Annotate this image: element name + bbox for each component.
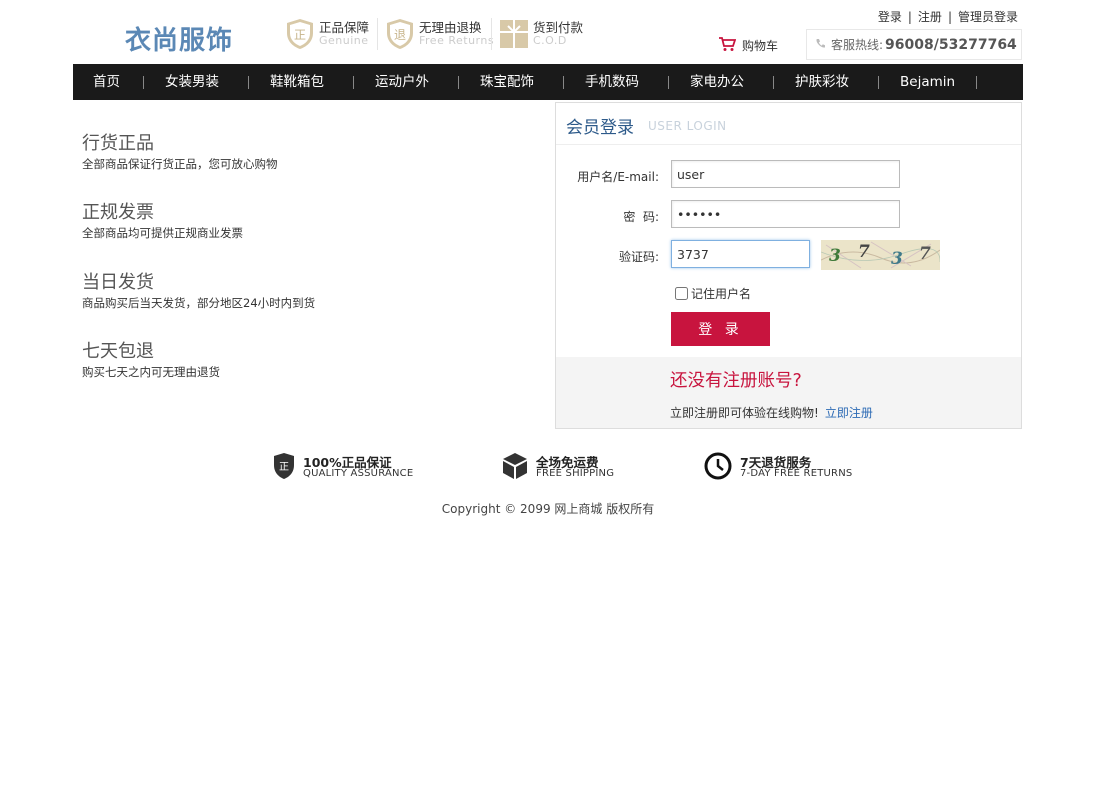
service-returns: 7天退货服务 7-DAY FREE RETURNS — [704, 452, 852, 484]
feature-title: 行货正品 — [82, 133, 154, 154]
service-shipping: 全场免运费 FREE SHIPPING — [502, 452, 614, 484]
promo-title: 无理由退换 — [419, 20, 482, 36]
cart-label: 购物车 — [742, 39, 779, 53]
nav-item-beauty[interactable]: 护肤彩妆 — [795, 64, 849, 100]
feature-same-day: 当日发货 商品购买后当天发货，部分地区24小时内到货 — [82, 268, 315, 311]
feature-invoice: 正规发票 全部商品均可提供正规商业发票 — [82, 198, 243, 241]
register-hint: 立即注册即可体验在线购物! — [670, 406, 819, 420]
hotline-box: 客服热线: 96008/53277764 — [806, 29, 1022, 60]
nav-divider — [668, 76, 669, 89]
login-divider — [556, 144, 1021, 145]
main-nav: 首页 女装男装 鞋靴箱包 运动户外 珠宝配饰 手机数码 家电办公 护肤彩妆 Be… — [73, 64, 1023, 100]
register-now-link[interactable]: 立即注册 — [825, 406, 873, 420]
promo-divider — [491, 18, 492, 50]
link-separator: | — [947, 10, 952, 24]
nav-item-user[interactable]: Bejamin — [900, 64, 955, 100]
nav-divider — [248, 76, 249, 89]
top-links: 登录 | 注册 | 管理员登录 — [878, 8, 1018, 25]
feature-desc: 商品购买后当天发货，部分地区24小时内到货 — [82, 296, 316, 310]
promo-title: 货到付款 — [533, 20, 584, 36]
promo-divider — [377, 18, 378, 50]
login-link[interactable]: 登录 — [878, 10, 902, 24]
feature-returns: 七天包退 购买七天之内可无理由退货 — [82, 337, 220, 380]
quality-shield-icon: 正 — [273, 452, 295, 484]
feature-title: 七天包退 — [82, 341, 154, 362]
svg-text:退: 退 — [394, 28, 406, 42]
site-logo[interactable]: 衣尚服饰 — [125, 20, 233, 57]
box-icon — [502, 452, 528, 484]
remember-checkbox[interactable] — [675, 287, 688, 300]
clock-icon — [704, 452, 732, 484]
hotline-number: 96008/53277764 — [885, 36, 1017, 53]
cart-icon — [718, 36, 742, 55]
nav-item-appliances[interactable]: 家电办公 — [690, 64, 744, 100]
login-title: 会员登录 — [566, 118, 634, 138]
svg-text:7: 7 — [858, 242, 870, 262]
nav-item-home[interactable]: 首页 — [93, 64, 120, 100]
hotline-label: 客服热线: — [831, 38, 884, 52]
register-hint-row: 立即注册即可体验在线购物! 立即注册 — [670, 404, 873, 421]
service-quality: 正 100%正品保证 QUALITY ASSURANCE — [273, 452, 413, 484]
service-subtitle: QUALITY ASSURANCE — [303, 468, 414, 480]
feature-desc: 购买七天之内可无理由退货 — [82, 365, 220, 379]
username-input[interactable] — [671, 160, 900, 188]
nav-divider — [878, 76, 879, 89]
login-panel: 会员登录 USER LOGIN 用户名/E-mail: 密 码: 验证码: 3 … — [555, 102, 1022, 429]
promo-title: 正品保障 — [319, 20, 370, 36]
remember-username[interactable]: 记住用户名 — [675, 285, 751, 302]
nav-divider — [143, 76, 144, 89]
link-separator: | — [907, 10, 912, 24]
copyright: Copyright © 2099 网上商城 版权所有 — [441, 502, 655, 516]
genuine-shield-icon: 正 — [285, 18, 315, 50]
svg-text:正: 正 — [294, 28, 306, 42]
svg-text:正: 正 — [279, 462, 289, 473]
nav-item-shoes-bags[interactable]: 鞋靴箱包 — [270, 64, 324, 100]
no-account-title: 还没有注册账号? — [670, 371, 802, 391]
feature-genuine: 行货正品 全部商品保证行货正品，您可放心购物 — [82, 129, 278, 172]
svg-text:3: 3 — [891, 249, 903, 269]
login-button[interactable]: 登 录 — [671, 312, 770, 346]
return-shield-icon: 退 — [385, 18, 415, 50]
password-input[interactable] — [671, 200, 900, 228]
promo-cod: 货到付款 C.O.D — [499, 16, 583, 52]
nav-item-apparel[interactable]: 女装男装 — [165, 64, 219, 100]
nav-divider — [458, 76, 459, 89]
svg-text:3: 3 — [829, 246, 841, 266]
nav-divider — [563, 76, 564, 89]
gift-box-icon — [499, 18, 529, 50]
login-title-en: USER LOGIN — [648, 119, 727, 133]
nav-item-jewelry[interactable]: 珠宝配饰 — [480, 64, 534, 100]
service-subtitle: 7-DAY FREE RETURNS — [740, 468, 853, 480]
register-link[interactable]: 注册 — [918, 10, 942, 24]
nav-item-sports[interactable]: 运动户外 — [375, 64, 429, 100]
promo-subtitle: Free Returns — [419, 33, 495, 47]
feature-title: 正规发票 — [82, 202, 154, 223]
nav-divider — [353, 76, 354, 89]
feature-desc: 全部商品均可提供正规商业发票 — [82, 226, 243, 240]
promo-genuine: 正 正品保障 Genuine — [285, 16, 369, 52]
promo-returns: 退 无理由退换 Free Returns — [385, 16, 494, 52]
nav-divider — [773, 76, 774, 89]
cart-link[interactable]: 购物车 — [718, 36, 778, 55]
remember-label: 记住用户名 — [691, 287, 752, 301]
captcha-label: 验证码: — [618, 250, 659, 264]
service-subtitle: FREE SHIPPING — [536, 468, 615, 480]
password-label: 密 码: — [623, 210, 659, 224]
nav-divider — [976, 76, 977, 89]
promo-subtitle: Genuine — [319, 33, 369, 47]
username-label: 用户名/E-mail: — [577, 170, 659, 184]
promo-subtitle: C.O.D — [533, 33, 567, 47]
svg-text:7: 7 — [919, 244, 931, 264]
admin-login-link[interactable]: 管理员登录 — [958, 10, 1018, 24]
page: 衣尚服饰 正 正品保障 Genuine 退 无理由退换 Free Returns… — [0, 0, 1096, 800]
register-prompt: 还没有注册账号? 立即注册即可体验在线购物! 立即注册 — [556, 357, 1021, 428]
feature-desc: 全部商品保证行货正品，您可放心购物 — [82, 157, 278, 171]
feature-title: 当日发货 — [82, 272, 154, 293]
phone-icon — [815, 38, 826, 52]
captcha-input[interactable] — [671, 240, 810, 268]
nav-item-digital[interactable]: 手机数码 — [585, 64, 639, 100]
captcha-image[interactable]: 3 7 3 7 — [821, 240, 940, 270]
